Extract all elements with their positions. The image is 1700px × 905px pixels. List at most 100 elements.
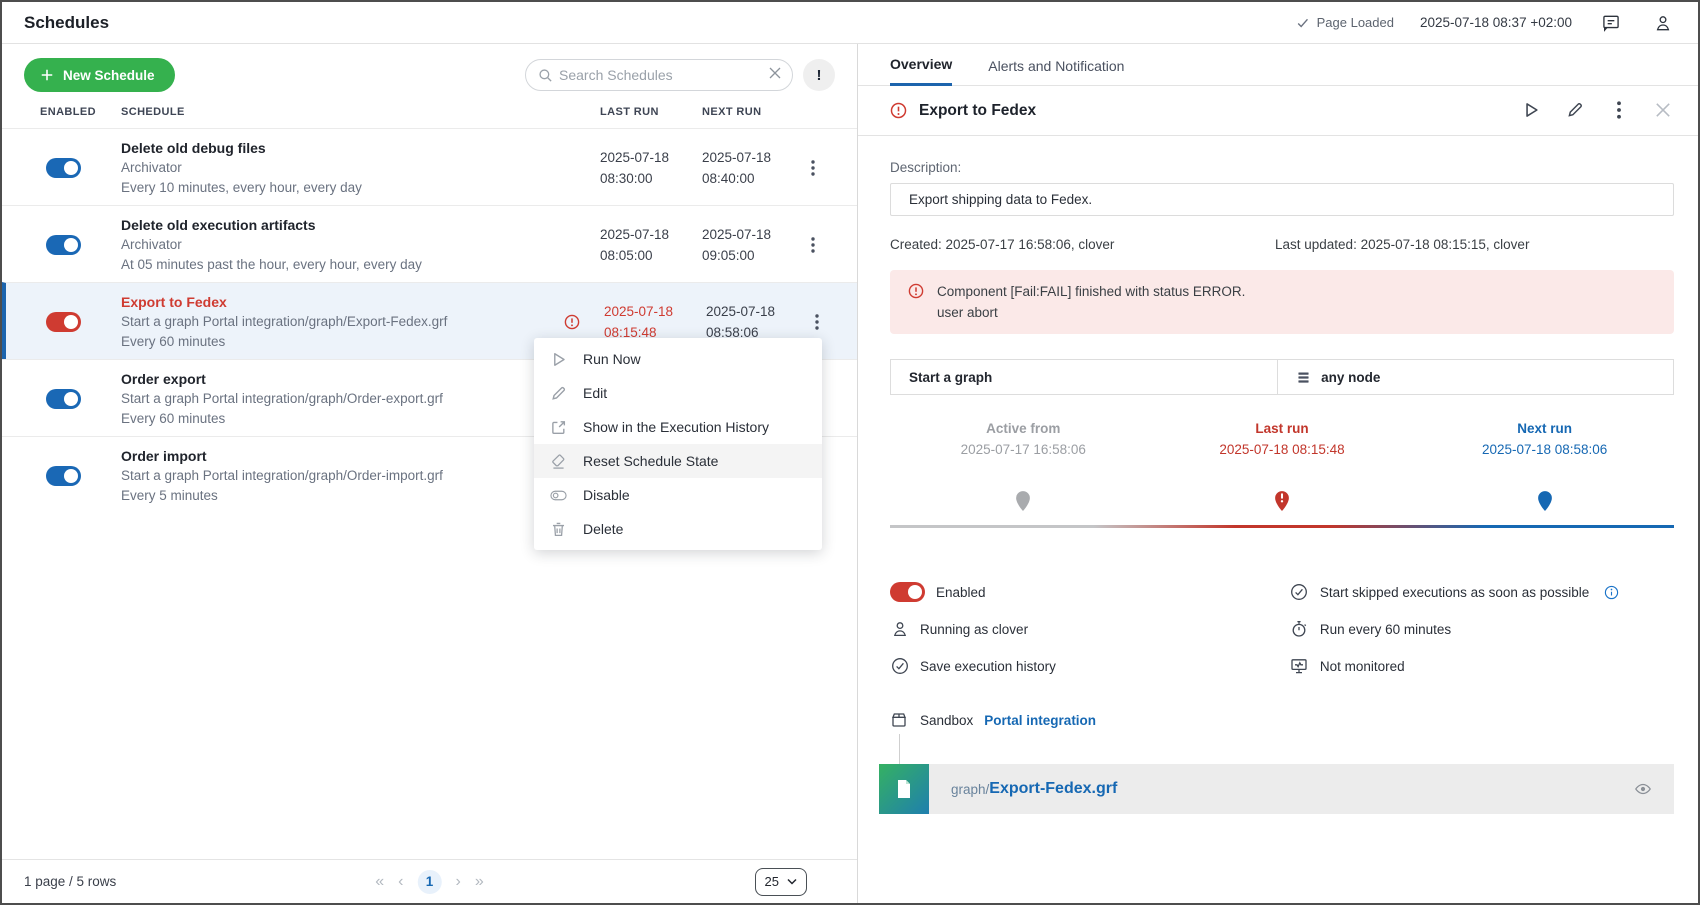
- last-page-icon[interactable]: »: [475, 873, 484, 891]
- last-run-error-pin-icon: [1271, 487, 1293, 513]
- created-info: Created: 2025-07-17 16:58:06, clover: [890, 237, 1275, 252]
- pagination-bar: 1 page / 5 rows « ‹ 1 › » 25: [2, 859, 857, 903]
- save-history-property: Save execution history: [890, 655, 1290, 677]
- timeline-line: [890, 525, 1674, 528]
- next-run-cell: 2025-07-1808:40:00: [702, 147, 771, 189]
- alerts-button[interactable]: !: [803, 59, 835, 91]
- detail-title: Export to Fedex: [919, 102, 1036, 120]
- enabled-toggle[interactable]: [46, 235, 81, 255]
- pencil-icon: [550, 385, 567, 402]
- sandbox-row: Sandbox Portal integration: [890, 711, 1674, 730]
- running-as-property: Running as clover: [890, 618, 1290, 640]
- toggle-off-icon: [550, 487, 567, 504]
- error-status-icon: [890, 102, 907, 119]
- table-header: ENABLED SCHEDULE LAST RUN NEXT RUN: [2, 102, 857, 128]
- active-from-pin-icon: [1012, 487, 1034, 513]
- list-toolbar: New Schedule !: [2, 44, 857, 102]
- menu-item-run-now[interactable]: Run Now: [534, 342, 822, 376]
- edit-icon[interactable]: [1566, 101, 1586, 121]
- trigger-type-cell: Start a graph: [891, 360, 1278, 394]
- description-field: Export shipping data to Fedex.: [890, 183, 1674, 216]
- page-size-select[interactable]: 25: [755, 868, 807, 896]
- check-icon: [1296, 16, 1310, 30]
- pagination-summary: 1 page / 5 rows: [24, 874, 116, 889]
- check-circle-icon: [1290, 583, 1309, 602]
- enabled-property: Enabled: [890, 581, 1290, 603]
- table-row[interactable]: Delete old execution artifacts Archivato…: [2, 205, 857, 282]
- feedback-icon[interactable]: [1598, 10, 1624, 36]
- next-run-value: 2025-07-18 08:58:06: [1482, 442, 1607, 457]
- check-circle-icon: [890, 657, 909, 676]
- status-badge: Page Loaded: [1296, 15, 1394, 30]
- table-row[interactable]: Delete old debug files Archivator Every …: [2, 128, 857, 205]
- row-menu-icon[interactable]: [808, 311, 826, 333]
- server-time: 2025-07-18 08:37 +02:00: [1420, 15, 1572, 30]
- plus-icon: [40, 68, 54, 82]
- menu-item-show-execution-history[interactable]: Show in the Execution History: [534, 410, 822, 444]
- status-label: Page Loaded: [1317, 15, 1394, 30]
- sandbox-icon: [890, 711, 909, 730]
- preview-eye-icon[interactable]: [1634, 780, 1652, 798]
- prev-page-icon[interactable]: ‹: [398, 873, 403, 891]
- graph-file-icon: [879, 764, 929, 814]
- graph-file-link[interactable]: Export-Fedex.grf: [989, 780, 1117, 798]
- next-run-cell: 2025-07-1808:58:06: [706, 301, 775, 343]
- run-every-property: Run every 60 minutes: [1290, 618, 1674, 640]
- monitor-icon: [1290, 657, 1309, 676]
- first-page-icon[interactable]: «: [375, 873, 384, 891]
- col-last-run: LAST RUN: [600, 106, 659, 118]
- last-run-value: 2025-07-18 08:15:48: [1219, 442, 1344, 457]
- schedule-recurrence: Every 5 minutes: [121, 486, 443, 506]
- new-schedule-label: New Schedule: [63, 68, 155, 83]
- tab-overview[interactable]: Overview: [890, 56, 952, 86]
- schedule-name: Delete old debug files: [121, 138, 362, 158]
- graph-row[interactable]: graph/Export-Fedex.grf: [879, 764, 1674, 814]
- enabled-toggle[interactable]: [46, 312, 81, 332]
- enabled-toggle[interactable]: [46, 158, 81, 178]
- row-menu-icon[interactable]: [804, 234, 822, 256]
- node-stack-icon: [1296, 370, 1311, 385]
- sandbox-link[interactable]: Portal integration: [984, 713, 1096, 728]
- error-detail: user abort: [937, 302, 1245, 323]
- more-actions-icon[interactable]: [1610, 101, 1630, 121]
- search-input[interactable]: [553, 67, 768, 83]
- last-run-cell: 2025-07-1808:05:00: [600, 224, 669, 266]
- tab-alerts-and-notification[interactable]: Alerts and Notification: [988, 58, 1124, 85]
- error-message: Component [Fail:FAIL] finished with stat…: [937, 281, 1245, 302]
- schedule-detail: Start a graph Portal integration/graph/O…: [121, 389, 443, 409]
- user-account-icon[interactable]: [1650, 10, 1676, 36]
- menu-item-delete[interactable]: Delete: [534, 512, 822, 546]
- enabled-toggle[interactable]: [890, 582, 925, 602]
- menu-item-edit[interactable]: Edit: [534, 376, 822, 410]
- error-status-icon: [564, 314, 580, 330]
- next-run-cell: 2025-07-1809:05:00: [702, 224, 771, 266]
- clear-search-icon[interactable]: [768, 66, 782, 85]
- schedule-detail: Start a graph Portal integration/graph/O…: [121, 466, 443, 486]
- enabled-toggle[interactable]: [46, 389, 81, 409]
- schedule-name: Order export: [121, 369, 443, 389]
- menu-item-reset-schedule-state[interactable]: Reset Schedule State: [534, 444, 822, 478]
- schedule-recurrence: Every 60 minutes: [121, 332, 447, 352]
- col-next-run: NEXT RUN: [702, 106, 761, 118]
- trigger-node-cell: any node: [1278, 360, 1398, 394]
- schedule-name: Export to Fedex: [121, 292, 447, 312]
- row-menu-icon[interactable]: [804, 157, 822, 179]
- current-page[interactable]: 1: [418, 870, 442, 894]
- enabled-toggle[interactable]: [46, 466, 81, 486]
- close-icon[interactable]: [1654, 101, 1674, 121]
- menu-item-disable[interactable]: Disable: [534, 478, 822, 512]
- not-monitored-property: Not monitored: [1290, 655, 1674, 677]
- run-now-icon[interactable]: [1522, 101, 1542, 121]
- schedule-name: Order import: [121, 446, 443, 466]
- start-skipped-property: Start skipped executions as soon as poss…: [1290, 581, 1674, 603]
- schedule-name: Delete old execution artifacts: [121, 215, 422, 235]
- schedule-recurrence: Every 60 minutes: [121, 409, 443, 429]
- schedule-timeline: Active from 2025-07-17 16:58:06 Last run…: [890, 421, 1674, 543]
- schedule-detail-panel: Overview Alerts and Notification Export …: [858, 44, 1698, 903]
- info-icon[interactable]: [1604, 585, 1619, 600]
- next-page-icon[interactable]: ›: [456, 873, 461, 891]
- col-enabled: ENABLED: [40, 106, 96, 118]
- new-schedule-button[interactable]: New Schedule: [24, 58, 175, 92]
- error-banner: Component [Fail:FAIL] finished with stat…: [890, 270, 1674, 334]
- search-box: [525, 59, 793, 91]
